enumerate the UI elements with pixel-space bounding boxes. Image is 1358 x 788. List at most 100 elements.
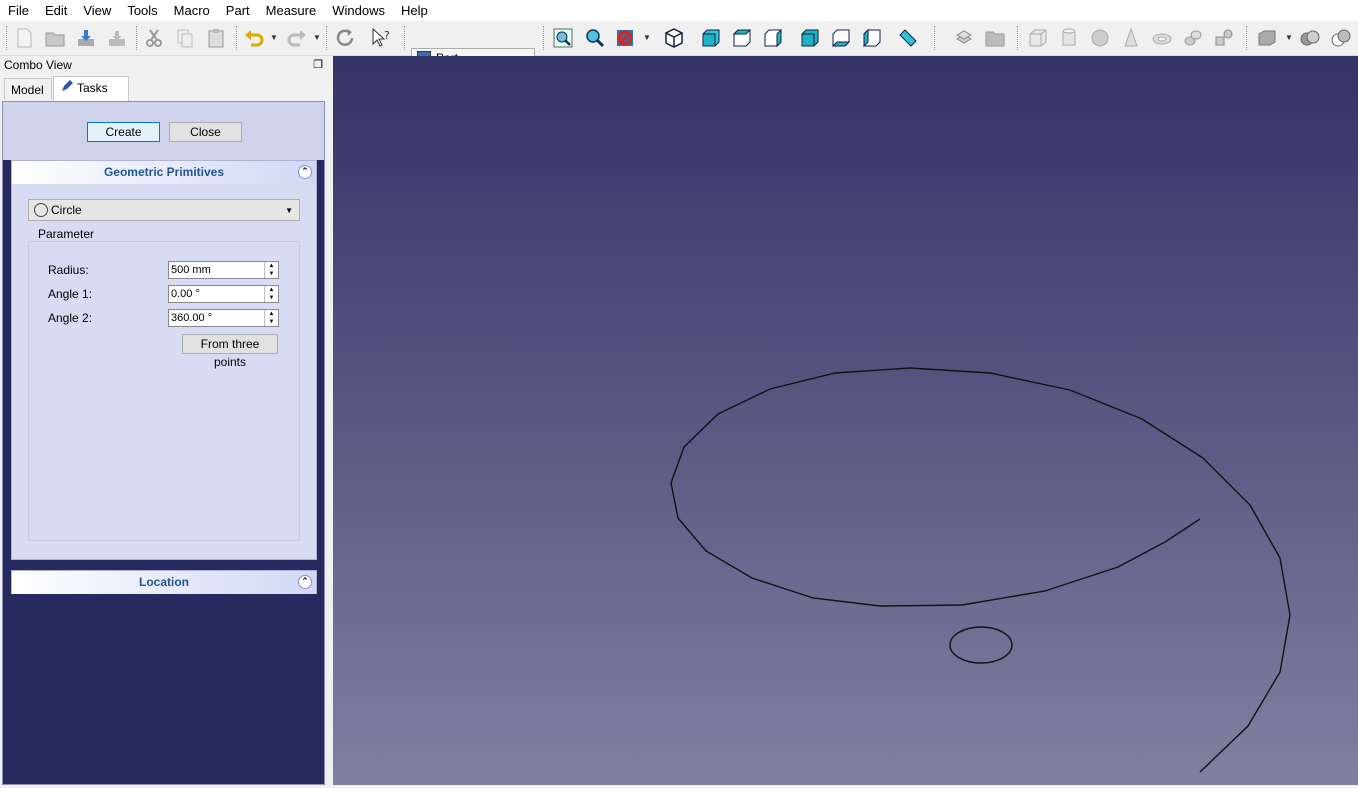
angle2-label: Angle 2:: [48, 311, 93, 325]
top-view-icon[interactable]: [729, 25, 755, 51]
svg-text:?: ?: [384, 29, 390, 42]
angle2-input[interactable]: 360.00 ° ▲ ▼: [168, 309, 279, 327]
combo-view: Combo View ❐ Model Tasks Create Close Ge…: [0, 56, 327, 785]
save-as-icon[interactable]: [104, 25, 130, 51]
menu-view[interactable]: View: [75, 0, 119, 21]
location-title: Location: [139, 575, 189, 589]
spin-arrows-icon[interactable]: ▲ ▼: [264, 310, 278, 326]
geometric-primitives-group: Geometric Primitives ⌃ Circle ▼ Paramete…: [11, 160, 317, 560]
shape-builder-icon[interactable]: [1254, 25, 1280, 51]
shape-builder-dropdown-icon[interactable]: ▼: [1285, 33, 1293, 42]
menu-edit[interactable]: Edit: [37, 0, 75, 21]
extrude-icon[interactable]: [951, 25, 977, 51]
toolbar-separator: [136, 26, 139, 50]
open-icon[interactable]: [42, 25, 68, 51]
menu-help[interactable]: Help: [393, 0, 436, 21]
save-icon[interactable]: [73, 25, 99, 51]
redo-icon[interactable]: [284, 25, 310, 51]
toolbar-separator: [1246, 26, 1249, 50]
torus-icon[interactable]: [1149, 25, 1175, 51]
combo-view-title: Combo View: [0, 56, 327, 75]
menu-file[interactable]: File: [0, 0, 37, 21]
primitive-type-value: Circle: [51, 203, 82, 217]
new-icon[interactable]: [11, 25, 37, 51]
undo-icon[interactable]: [241, 25, 267, 51]
close-button[interactable]: Close: [169, 122, 242, 142]
cylinder-icon[interactable]: [1056, 25, 1082, 51]
folder-icon[interactable]: [982, 25, 1008, 51]
tab-tasks[interactable]: Tasks: [53, 76, 129, 101]
toolbar-separator: [1017, 26, 1020, 50]
collapse-icon[interactable]: ⌃: [298, 165, 312, 179]
collapse-icon[interactable]: ⌃: [298, 575, 312, 589]
whats-this-icon[interactable]: ?: [368, 25, 394, 51]
float-window-icon[interactable]: ❐: [313, 58, 323, 71]
box-icon[interactable]: [1025, 25, 1051, 51]
cone-icon[interactable]: [1118, 25, 1144, 51]
toolbar-separator: [326, 26, 329, 50]
3d-viewport[interactable]: [333, 56, 1358, 785]
sphere-icon[interactable]: [1087, 25, 1113, 51]
angle1-input[interactable]: 0.00 ° ▲ ▼: [168, 285, 279, 303]
angle1-label: Angle 1:: [48, 287, 93, 301]
angle2-value: 360.00 °: [171, 312, 213, 324]
menu-bar: File Edit View Tools Macro Part Measure …: [0, 0, 1358, 21]
paste-icon[interactable]: [203, 25, 229, 51]
fit-selection-icon[interactable]: [581, 25, 607, 51]
tab-model[interactable]: Model: [4, 78, 52, 100]
radius-label: Radius:: [48, 263, 89, 277]
draw-style-icon[interactable]: [612, 25, 638, 51]
primitive-type-select[interactable]: Circle ▼: [28, 199, 300, 221]
menu-tools[interactable]: Tools: [119, 0, 165, 21]
draw-style-dropdown-icon[interactable]: ▼: [643, 33, 651, 42]
copy-icon[interactable]: [172, 25, 198, 51]
union-icon[interactable]: [1328, 25, 1354, 51]
spin-arrows-icon[interactable]: ▲ ▼: [264, 286, 278, 302]
geometric-primitives-header[interactable]: Geometric Primitives ⌃: [12, 161, 316, 184]
toolbar-separator: [404, 26, 407, 50]
from-three-points-button[interactable]: From three points: [182, 334, 278, 369]
boolean-icon[interactable]: [1297, 25, 1323, 51]
menu-macro[interactable]: Macro: [166, 0, 218, 21]
create-button[interactable]: Create: [87, 122, 160, 142]
rear-view-icon[interactable]: [797, 25, 823, 51]
toolbar-separator: [6, 26, 9, 50]
location-header[interactable]: Location ⌃: [12, 571, 316, 594]
tube-icon[interactable]: [1180, 25, 1206, 51]
spiral-curve[interactable]: [670, 367, 1291, 773]
toolbar-separator: [236, 26, 239, 50]
primitives-icon[interactable]: [1211, 25, 1237, 51]
radius-input[interactable]: 500 mm ▲ ▼: [168, 261, 279, 279]
measure-icon[interactable]: [895, 25, 921, 51]
isometric-icon[interactable]: [661, 25, 687, 51]
parameter-label: Parameter: [38, 227, 95, 241]
main-toolbar: ▼ ▼ ? Part ▼ ▼ ▼: [0, 21, 1358, 68]
pencil-icon: [60, 78, 74, 100]
undo-dropdown-icon[interactable]: ▼: [270, 33, 278, 42]
left-view-icon[interactable]: [859, 25, 885, 51]
task-button-area: Create Close: [3, 102, 324, 160]
circle-icon: [34, 203, 48, 217]
toolbar-separator: [543, 26, 546, 50]
tab-tasks-label: Tasks: [77, 81, 108, 95]
chevron-down-icon: ▼: [285, 205, 293, 215]
spin-arrows-icon[interactable]: ▲ ▼: [264, 262, 278, 278]
menu-part[interactable]: Part: [218, 0, 258, 21]
geometric-primitives-title: Geometric Primitives: [103, 165, 225, 179]
menu-measure[interactable]: Measure: [258, 0, 325, 21]
menu-windows[interactable]: Windows: [324, 0, 393, 21]
refresh-icon[interactable]: [332, 25, 358, 51]
location-group: Location ⌃: [11, 570, 317, 594]
right-view-icon[interactable]: [760, 25, 786, 51]
angle1-value: 0.00 °: [171, 288, 200, 300]
toolbar-separator: [934, 26, 937, 50]
task-panel: Create Close Geometric Primitives ⌃ Circ…: [2, 101, 325, 785]
front-view-icon[interactable]: [698, 25, 724, 51]
circle-shape[interactable]: [949, 626, 1013, 664]
radius-value: 500 mm: [171, 264, 211, 276]
viewport-scene: [670, 367, 1291, 773]
bottom-view-icon[interactable]: [828, 25, 854, 51]
redo-dropdown-icon[interactable]: ▼: [313, 33, 321, 42]
cut-icon[interactable]: [141, 25, 167, 51]
fit-all-icon[interactable]: [550, 25, 576, 51]
